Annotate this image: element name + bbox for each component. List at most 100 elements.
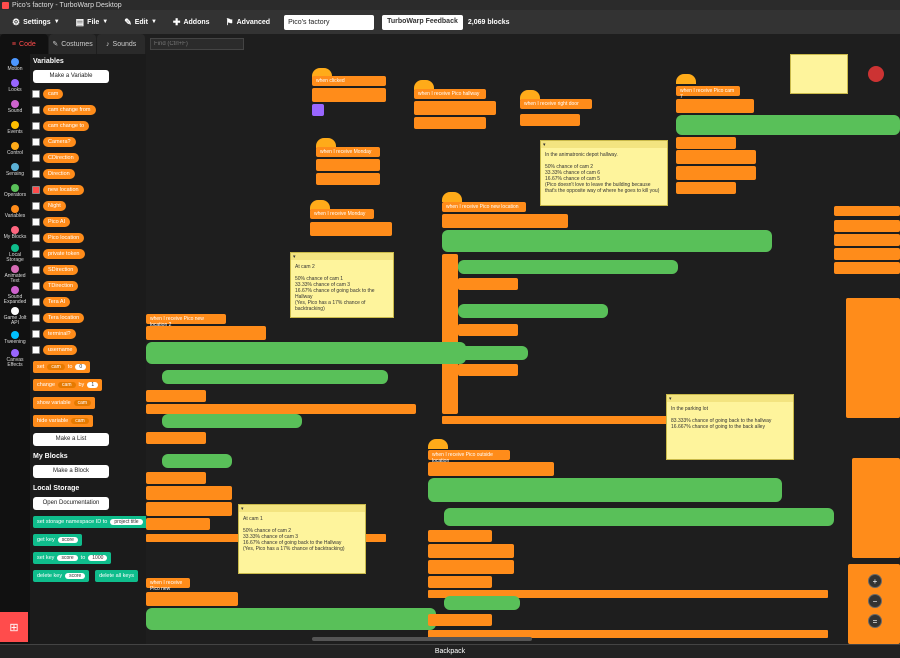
category-events[interactable]: Events <box>0 117 30 138</box>
backpack-bar[interactable]: Backpack <box>0 644 900 658</box>
broadcast-block[interactable] <box>414 117 486 129</box>
set-block[interactable] <box>676 166 756 180</box>
horizontal-scrollbar[interactable] <box>312 637 532 641</box>
broadcast-block[interactable] <box>834 262 900 274</box>
category-operators[interactable]: Operators <box>0 180 30 201</box>
category-tweening[interactable]: Tweening <box>0 327 30 348</box>
broadcast-block[interactable] <box>146 472 206 484</box>
or-condition[interactable] <box>458 260 678 274</box>
hat-pico-new-location-3[interactable]: when I receive Pico new location 3 <box>146 578 190 598</box>
category-canvas-effects[interactable]: Canvas Effects <box>0 348 30 369</box>
settings-menu[interactable]: ⚙ Settings ▼ <box>4 10 68 34</box>
comment-note[interactable]: ▾ At cam 2 50% chance of cam 1 33.33% ch… <box>290 252 394 318</box>
comment-header[interactable]: ▾ <box>667 395 793 402</box>
comment-note[interactable]: ▾ In the parking lot 83.333% chance of g… <box>666 394 794 460</box>
make-variable-button[interactable]: Make a Variable <box>33 70 109 83</box>
operator-block[interactable] <box>676 115 900 135</box>
operator-block[interactable] <box>146 608 436 630</box>
broadcast-block[interactable] <box>146 432 206 444</box>
comment-text[interactable]: In the animatronic depot hallway. 50% ch… <box>541 148 667 198</box>
broadcast-block[interactable] <box>458 324 518 336</box>
feedback-button[interactable]: TurboWarp Feedback <box>382 14 463 30</box>
hat-right-door[interactable]: when I receive right door <box>520 99 592 109</box>
hat-pico-outside-location[interactable]: when I receive Pico outside location <box>428 450 510 464</box>
hat-monday[interactable]: when I receive Monday <box>316 147 380 157</box>
set-block[interactable] <box>834 234 900 246</box>
comment-header[interactable]: ▾ <box>239 505 365 512</box>
category-my-blocks[interactable]: My Blocks <box>0 222 30 243</box>
broadcast-block[interactable] <box>676 182 736 194</box>
set-block[interactable] <box>676 99 754 113</box>
variable-reporter[interactable]: Pico location <box>43 233 85 243</box>
comment-text[interactable] <box>791 55 847 63</box>
equals-condition[interactable] <box>444 596 520 610</box>
show-variable-block[interactable]: show variable cam <box>33 397 96 409</box>
comment-header[interactable]: ▾ <box>541 141 667 148</box>
ls-set-namespace-block[interactable]: set storage namespace ID to project titl… <box>33 516 146 528</box>
comment-note[interactable] <box>790 54 848 94</box>
variable-checkbox[interactable] <box>32 346 40 354</box>
variable-reporter[interactable]: cam change from <box>43 105 96 115</box>
zoom-reset-icon[interactable]: = <box>868 614 882 628</box>
variable-reporter[interactable]: username <box>43 345 78 355</box>
edit-menu[interactable]: ✎ Edit ▼ <box>116 10 165 34</box>
variable-checkbox[interactable] <box>32 202 40 210</box>
tab-code[interactable]: ≡ Code <box>0 34 48 54</box>
ls-get-key-block[interactable]: get key score <box>33 534 82 546</box>
broadcast-block[interactable] <box>146 518 210 530</box>
ls-delete-all-block[interactable]: delete all keys <box>95 570 138 582</box>
category-sound-expanded[interactable]: Sound Expanded <box>0 285 30 306</box>
variable-checkbox[interactable] <box>32 330 40 338</box>
hat-pico-new-location-2[interactable]: when I receive Pico new location 2 <box>146 314 226 328</box>
make-block-button[interactable]: Make a Block <box>33 465 109 478</box>
or-condition[interactable] <box>162 414 302 428</box>
variable-reporter[interactable]: Camera? <box>43 137 76 147</box>
broadcast-block[interactable] <box>458 364 518 376</box>
set-block[interactable] <box>146 592 238 606</box>
hide-variable-block[interactable]: hide variable cam <box>33 415 93 427</box>
project-title-input[interactable] <box>284 14 375 30</box>
comment-text[interactable]: At cam 1 50% chance of cam 2 33.33% chan… <box>239 512 365 556</box>
or-condition[interactable] <box>444 508 834 526</box>
set-block[interactable] <box>428 462 554 476</box>
set-block[interactable] <box>146 326 266 340</box>
operator-block[interactable] <box>146 342 466 364</box>
broadcast-block[interactable] <box>428 576 492 588</box>
if-else-block[interactable] <box>442 254 458 414</box>
equals-condition[interactable] <box>458 346 528 360</box>
variable-reporter[interactable]: Night <box>43 201 66 211</box>
set-block[interactable] <box>310 222 392 236</box>
variable-reporter[interactable]: terminal? <box>43 329 76 339</box>
broadcast-block[interactable] <box>834 248 900 260</box>
set-block[interactable] <box>414 101 496 115</box>
comment-note[interactable]: ▾ At cam 1 50% chance of cam 2 33.33% ch… <box>238 504 366 574</box>
variable-checkbox[interactable] <box>32 266 40 274</box>
broadcast-block[interactable] <box>458 278 518 290</box>
hat-monday-2[interactable]: when I receive Monday <box>310 209 374 219</box>
set-block[interactable] <box>146 486 232 500</box>
variable-reporter[interactable]: SDirection <box>43 265 79 275</box>
broadcast-block[interactable] <box>428 614 492 626</box>
variable-checkbox[interactable] <box>32 314 40 322</box>
ls-delete-key-block[interactable]: delete key score <box>33 570 90 582</box>
variable-reporter[interactable]: new location <box>43 185 84 195</box>
variable-reporter[interactable]: CDirection <box>43 153 79 163</box>
tab-costumes[interactable]: ✎ Costumes <box>48 34 97 54</box>
set-stack[interactable] <box>846 298 900 418</box>
comment-text[interactable]: In the parking lot 83.333% chance of goi… <box>667 402 793 434</box>
hat-pico-new-location[interactable]: when I receive Pico new location <box>442 202 526 212</box>
set-stack[interactable] <box>852 458 900 558</box>
zoom-out-icon[interactable]: − <box>868 594 882 608</box>
variable-checkbox[interactable] <box>32 154 40 162</box>
variable-reporter[interactable]: Tera location <box>43 313 85 323</box>
variable-checkbox[interactable] <box>32 90 40 98</box>
variable-checkbox[interactable] <box>32 218 40 226</box>
variable-checkbox[interactable] <box>32 106 40 114</box>
hat-pico-hallway[interactable]: when I receive Pico hallway <box>414 89 486 99</box>
operator-block[interactable] <box>428 478 782 502</box>
code-workspace[interactable]: when clicked when I receive Pico hallway… <box>146 34 900 644</box>
broadcast-block[interactable] <box>676 137 736 149</box>
set-block[interactable] <box>428 544 514 558</box>
set-block[interactable] <box>428 560 514 574</box>
variable-checkbox[interactable] <box>32 298 40 306</box>
